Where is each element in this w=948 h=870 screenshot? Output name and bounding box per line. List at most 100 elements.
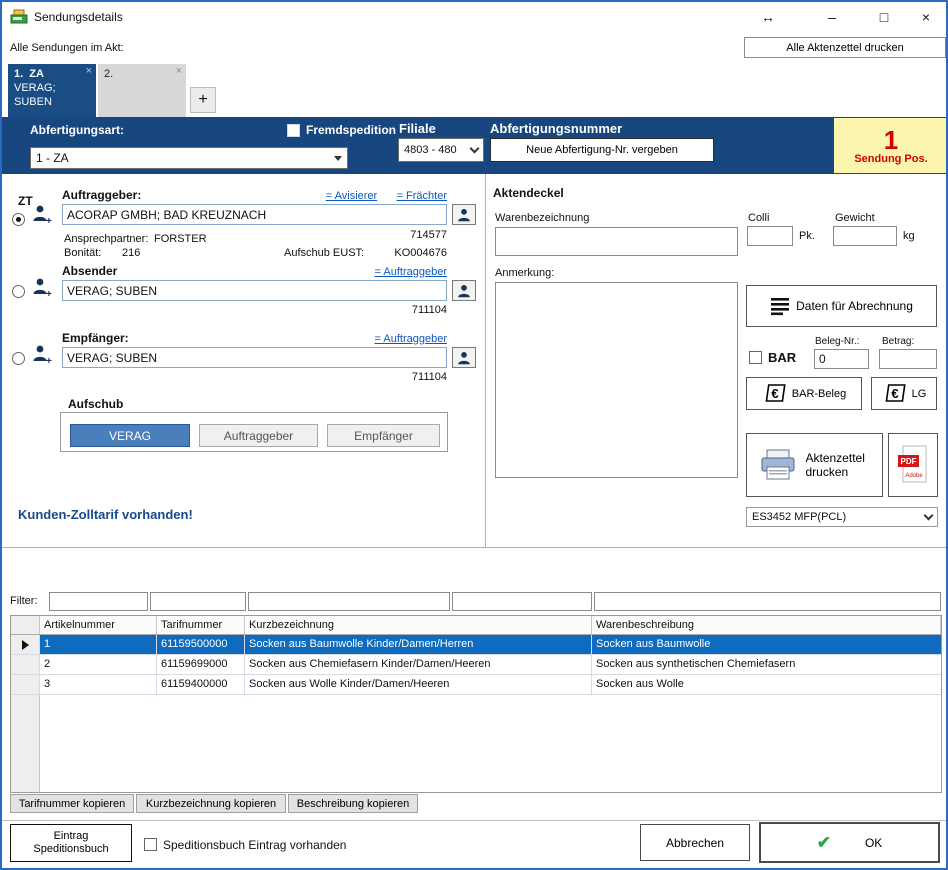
table-row[interactable]: 3 61159400000 Socken aus Wolle Kinder/Da… xyxy=(11,675,941,695)
tab1-close-icon[interactable]: × xyxy=(86,65,92,77)
chevron-down-icon xyxy=(924,510,934,520)
anmerkung-textarea[interactable] xyxy=(495,282,738,478)
window-resize-icon[interactable]: ↔ xyxy=(750,5,786,29)
copy-beschreibung-button[interactable]: Beschreibung kopieren xyxy=(288,794,418,813)
neue-abfertigung-nr-button[interactable]: Neue Abfertigung-Nr. vergeben xyxy=(490,138,714,162)
filter-input-3[interactable] xyxy=(248,592,450,611)
table-header-row: Artikelnummer Tarifnummer Kurzbezeichnun… xyxy=(11,616,941,635)
avisierer-link[interactable]: = Avisierer xyxy=(326,190,377,202)
add-shipment-tab-button[interactable]: + xyxy=(190,87,216,113)
gewicht-input[interactable] xyxy=(833,226,897,246)
filter-input-1[interactable] xyxy=(49,592,148,611)
abfertigungsart-select[interactable]: 1 - ZA xyxy=(30,147,348,169)
empfaenger-auftraggeber-link[interactable]: = Auftraggeber xyxy=(375,333,447,345)
window-close-button[interactable]: × xyxy=(908,5,944,29)
absender-auftraggeber-link[interactable]: = Auftraggeber xyxy=(375,266,447,278)
header-tarifnummer[interactable]: Tarifnummer xyxy=(157,616,245,634)
betrag-input[interactable] xyxy=(879,349,937,369)
dispatch-header-band: Abfertigungsart: Fremdspedition 1 - ZA F… xyxy=(2,117,946,174)
header-warenbeschreibung[interactable]: Warenbeschreibung xyxy=(592,616,941,634)
abfertigungsart-label: Abfertigungsart: xyxy=(30,123,124,137)
beleg-nr-input[interactable] xyxy=(814,349,869,369)
pk-label: Pk. xyxy=(799,230,815,242)
copy-kurzbezeichnung-button[interactable]: Kurzbezeichnung kopieren xyxy=(136,794,286,813)
bar-checkbox[interactable] xyxy=(749,351,762,364)
bar-label: BAR xyxy=(768,350,796,365)
auftraggeber-input[interactable] xyxy=(62,204,447,225)
auftraggeber-radio[interactable] xyxy=(12,213,25,226)
ok-button[interactable]: ✔ OK xyxy=(759,822,940,863)
cell-tarifnummer: 61159699000 xyxy=(157,655,245,675)
filter-input-4[interactable] xyxy=(452,592,592,611)
svg-text:+: + xyxy=(46,216,52,225)
auftraggeber-lookup-button[interactable] xyxy=(452,204,476,225)
cell-artikelnummer: 2 xyxy=(40,655,157,675)
person-icon xyxy=(456,283,472,299)
printer-value: ES3452 MFP(PCL) xyxy=(752,511,846,523)
abfertigungsart-value: 1 - ZA xyxy=(36,151,69,165)
empfaenger-person-add-icon[interactable]: + xyxy=(31,343,53,365)
table-row[interactable]: 2 61159699000 Socken aus Chemiefasern Ki… xyxy=(11,655,941,675)
tab-shipment-1[interactable]: × 1. ZA VERAG; SUBEN xyxy=(8,64,96,117)
absender-person-add-icon[interactable]: + xyxy=(31,276,53,298)
filiale-select[interactable]: 4803 - 480 xyxy=(398,138,484,162)
tab1-label: 1. ZA xyxy=(14,67,90,81)
aufschub-auftraggeber-button[interactable]: Auftraggeber xyxy=(199,424,318,447)
print-all-aktenzettel-button[interactable]: Alle Aktenzettel drucken xyxy=(744,37,946,58)
cell-artikelnummer: 1 xyxy=(40,635,157,655)
filter-input-5[interactable] xyxy=(594,592,941,611)
aktenzettel-drucken-button[interactable]: Aktenzettel drucken xyxy=(746,433,883,497)
empfaenger-input[interactable] xyxy=(62,347,447,368)
pdf-export-button[interactable]: PDF Adobe xyxy=(888,433,938,497)
euro-note-icon: € xyxy=(762,383,786,405)
printer-select[interactable]: ES3452 MFP(PCL) xyxy=(746,507,938,527)
fraechter-link[interactable]: = Frächter xyxy=(397,190,447,202)
cell-warenbeschreibung: Socken aus synthetischen Chemiefasern xyxy=(592,655,941,675)
kg-label: kg xyxy=(903,230,915,242)
person-icon xyxy=(456,350,472,366)
fremdspedition-label: Fremdspedition xyxy=(306,123,396,137)
filter-input-2[interactable] xyxy=(150,592,246,611)
absender-input[interactable] xyxy=(62,280,447,301)
copy-tarifnummer-button[interactable]: Tarifnummer kopieren xyxy=(10,794,134,813)
aufschub-verag-button[interactable]: VERAG xyxy=(70,424,190,447)
cell-warenbeschreibung: Socken aus Wolle xyxy=(592,675,941,695)
chevron-down-icon xyxy=(470,143,480,153)
filiale-label: Filiale xyxy=(399,121,436,136)
selector-header xyxy=(11,616,40,634)
daten-fuer-abrechnung-label: Daten für Abrechnung xyxy=(796,299,913,313)
speditionsbuch-checkbox[interactable] xyxy=(144,838,157,851)
svg-text:Adobe: Adobe xyxy=(905,473,923,479)
cell-kurzbezeichnung: Socken aus Wolle Kinder/Damen/Heeren xyxy=(245,675,592,695)
tab2-close-icon[interactable]: × xyxy=(176,65,182,77)
svg-text:+: + xyxy=(46,356,52,365)
bar-beleg-button[interactable]: € BAR-Beleg xyxy=(746,377,862,410)
aufschub-empfaenger-button[interactable]: Empfänger xyxy=(327,424,440,447)
header-artikelnummer[interactable]: Artikelnummer xyxy=(40,616,157,634)
current-row-arrow-icon xyxy=(22,640,29,650)
header-kurzbezeichnung[interactable]: Kurzbezeichnung xyxy=(245,616,592,634)
daten-fuer-abrechnung-button[interactable]: Daten für Abrechnung xyxy=(746,285,937,327)
ok-label: OK xyxy=(865,836,882,850)
warenbezeichnung-label: Warenbezeichnung xyxy=(495,212,589,224)
row-selector-cell xyxy=(11,655,40,675)
empfaenger-lookup-button[interactable] xyxy=(452,347,476,368)
eintrag-speditionsbuch-button[interactable]: Eintrag Speditionsbuch xyxy=(10,824,132,862)
fremdspedition-checkbox[interactable] xyxy=(287,124,300,137)
printer-icon xyxy=(758,448,798,482)
empfaenger-radio[interactable] xyxy=(12,352,25,365)
warenbezeichnung-input[interactable] xyxy=(495,227,738,256)
window-maximize-button[interactable]: □ xyxy=(866,5,902,29)
aufschub-group-label: Aufschub xyxy=(68,397,123,411)
absender-number: 711104 xyxy=(62,304,447,316)
table-row[interactable]: 1 61159500000 Socken aus Baumwolle Kinde… xyxy=(11,635,941,655)
auftraggeber-person-add-icon[interactable]: + xyxy=(31,203,53,225)
person-icon xyxy=(456,207,472,223)
absender-lookup-button[interactable] xyxy=(452,280,476,301)
tab-shipment-2[interactable]: × 2. xyxy=(98,64,186,117)
lg-button[interactable]: € LG xyxy=(871,377,937,410)
abbrechen-button[interactable]: Abbrechen xyxy=(640,824,750,861)
absender-radio[interactable] xyxy=(12,285,25,298)
colli-input[interactable] xyxy=(747,226,793,246)
window-minimize-button[interactable]: – xyxy=(814,5,850,29)
